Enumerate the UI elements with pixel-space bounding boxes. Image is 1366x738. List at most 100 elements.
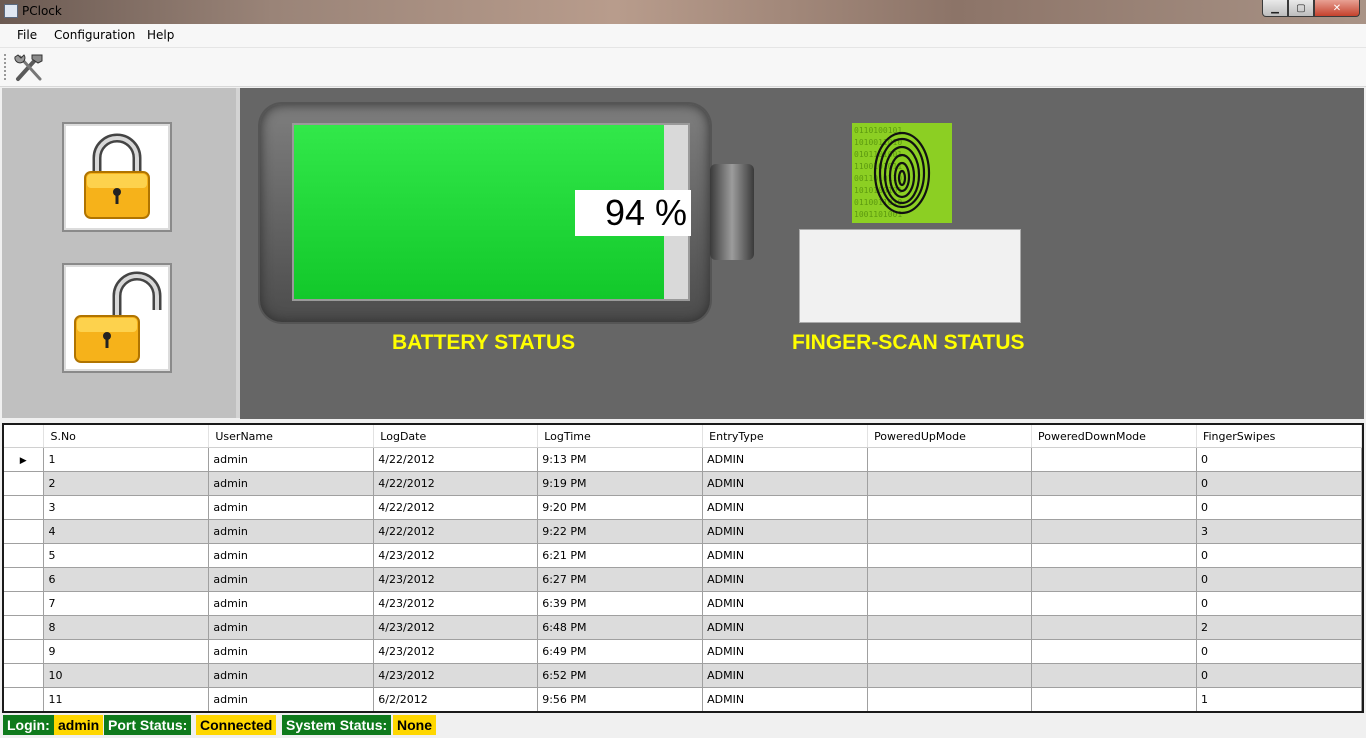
table-cell[interactable]: admin (208, 663, 375, 688)
table-cell[interactable]: 8 (43, 615, 210, 640)
table-cell[interactable]: 4/23/2012 (373, 567, 539, 592)
table-cell[interactable]: 0 (1196, 495, 1362, 520)
table-cell[interactable]: 11 (43, 687, 210, 711)
row-header[interactable] (4, 519, 45, 544)
table-row[interactable]: 10 admin 4/23/2012 6:52 PM ADMIN 0 (4, 663, 1362, 688)
table-cell[interactable]: 9:56 PM (537, 687, 704, 711)
table-cell[interactable] (867, 543, 1033, 568)
table-cell[interactable]: 4/23/2012 (373, 615, 539, 640)
table-cell[interactable] (867, 567, 1033, 592)
table-cell[interactable]: admin (208, 591, 375, 616)
table-cell[interactable]: ADMIN (702, 495, 869, 520)
table-cell[interactable]: ADMIN (702, 615, 869, 640)
table-row[interactable]: 2 admin 4/22/2012 9:19 PM ADMIN 0 (4, 471, 1362, 496)
table-cell[interactable] (1031, 519, 1197, 544)
table-cell[interactable] (867, 495, 1033, 520)
table-cell[interactable]: 0 (1196, 471, 1362, 496)
table-cell[interactable]: 9:20 PM (537, 495, 704, 520)
table-cell[interactable]: 6:49 PM (537, 639, 704, 664)
table-cell[interactable] (1031, 639, 1197, 664)
table-cell[interactable] (1031, 591, 1197, 616)
table-cell[interactable]: ADMIN (702, 519, 869, 544)
table-cell[interactable]: admin (208, 447, 375, 472)
log-grid[interactable]: S.No UserName LogDate LogTime EntryType … (2, 423, 1364, 713)
table-cell[interactable]: 6:52 PM (537, 663, 704, 688)
column-header[interactable]: PoweredUpMode (867, 425, 1033, 448)
table-cell[interactable]: 4/23/2012 (373, 543, 539, 568)
table-cell[interactable] (1031, 663, 1197, 688)
menu-file[interactable]: File (17, 28, 37, 42)
table-cell[interactable]: ADMIN (702, 471, 869, 496)
table-cell[interactable]: ADMIN (702, 447, 869, 472)
table-cell[interactable]: ADMIN (702, 687, 869, 711)
table-cell[interactable]: admin (208, 639, 375, 664)
row-header[interactable] (4, 543, 45, 568)
table-row[interactable]: 3 admin 4/22/2012 9:20 PM ADMIN 0 (4, 495, 1362, 520)
table-cell[interactable]: 4/23/2012 (373, 591, 539, 616)
table-cell[interactable]: admin (208, 567, 375, 592)
table-cell[interactable]: 6:48 PM (537, 615, 704, 640)
row-header[interactable] (4, 687, 45, 711)
table-cell[interactable] (1031, 495, 1197, 520)
lock-button[interactable] (62, 122, 172, 232)
table-cell[interactable]: admin (208, 495, 375, 520)
table-cell[interactable]: admin (208, 471, 375, 496)
table-row[interactable]: 8 admin 4/23/2012 6:48 PM ADMIN 2 (4, 615, 1362, 640)
table-cell[interactable] (867, 639, 1033, 664)
table-cell[interactable]: 2 (1196, 615, 1362, 640)
row-header[interactable] (4, 663, 45, 688)
table-cell[interactable] (867, 663, 1033, 688)
table-cell[interactable]: ADMIN (702, 543, 869, 568)
table-cell[interactable] (867, 519, 1033, 544)
tools-button[interactable] (12, 51, 46, 83)
column-header[interactable]: PoweredDownMode (1031, 425, 1197, 448)
table-cell[interactable]: ADMIN (702, 639, 869, 664)
table-cell[interactable]: 9 (43, 639, 210, 664)
column-header[interactable]: LogDate (373, 425, 539, 448)
table-cell[interactable]: 4/23/2012 (373, 663, 539, 688)
table-cell[interactable]: 1 (43, 447, 210, 472)
table-cell[interactable] (867, 471, 1033, 496)
table-cell[interactable]: 6 (43, 567, 210, 592)
table-cell[interactable]: ADMIN (702, 567, 869, 592)
table-cell[interactable]: 3 (43, 495, 210, 520)
table-cell[interactable]: 0 (1196, 447, 1362, 472)
table-cell[interactable]: 4/22/2012 (373, 471, 539, 496)
table-cell[interactable]: admin (208, 543, 375, 568)
table-row[interactable]: 5 admin 4/23/2012 6:21 PM ADMIN 0 (4, 543, 1362, 568)
table-cell[interactable] (1031, 543, 1197, 568)
table-cell[interactable] (1031, 615, 1197, 640)
unlock-button[interactable] (62, 263, 172, 373)
table-cell[interactable]: 6:21 PM (537, 543, 704, 568)
table-row[interactable]: 7 admin 4/23/2012 6:39 PM ADMIN 0 (4, 591, 1362, 616)
row-header[interactable] (4, 591, 45, 616)
table-row[interactable]: 9 admin 4/23/2012 6:49 PM ADMIN 0 (4, 639, 1362, 664)
table-cell[interactable]: 4 (43, 519, 210, 544)
table-cell[interactable]: 0 (1196, 663, 1362, 688)
table-cell[interactable]: admin (208, 519, 375, 544)
minimize-button[interactable]: ▁ (1262, 0, 1288, 17)
table-cell[interactable]: 9:19 PM (537, 471, 704, 496)
maximize-button[interactable]: ▢ (1288, 0, 1314, 17)
row-header[interactable] (4, 471, 45, 496)
table-cell[interactable] (867, 591, 1033, 616)
table-cell[interactable]: 2 (43, 471, 210, 496)
table-cell[interactable] (867, 687, 1033, 711)
row-header[interactable]: ▶ (4, 447, 45, 472)
table-cell[interactable]: ADMIN (702, 663, 869, 688)
close-button[interactable]: ✕ (1314, 0, 1360, 17)
table-cell[interactable]: 6:39 PM (537, 591, 704, 616)
table-cell[interactable]: 0 (1196, 543, 1362, 568)
table-cell[interactable]: 9:22 PM (537, 519, 704, 544)
column-header[interactable]: LogTime (537, 425, 704, 448)
table-cell[interactable]: ADMIN (702, 591, 869, 616)
column-header[interactable]: S.No (43, 425, 210, 448)
table-cell[interactable] (1031, 687, 1197, 711)
table-cell[interactable]: 0 (1196, 567, 1362, 592)
table-cell[interactable] (1031, 447, 1197, 472)
table-cell[interactable]: 4/22/2012 (373, 519, 539, 544)
table-cell[interactable]: 1 (1196, 687, 1362, 711)
table-cell[interactable]: 10 (43, 663, 210, 688)
table-cell[interactable]: 0 (1196, 639, 1362, 664)
table-cell[interactable]: 9:13 PM (537, 447, 704, 472)
